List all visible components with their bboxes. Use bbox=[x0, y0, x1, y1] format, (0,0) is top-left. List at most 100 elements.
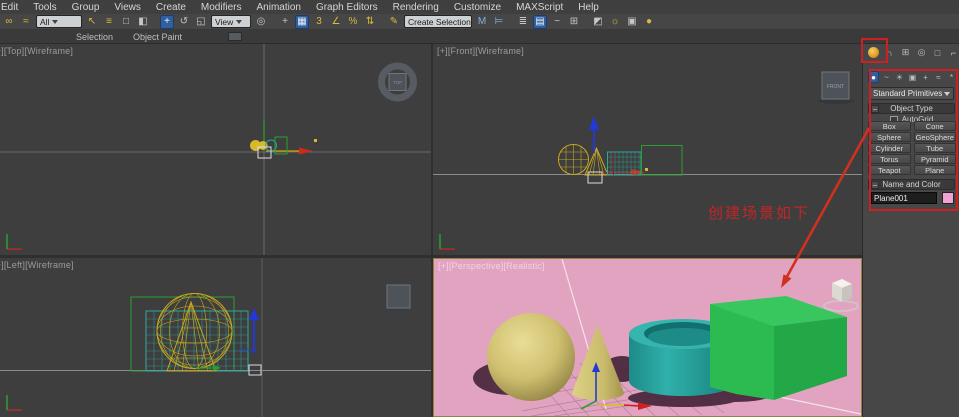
viewport-front-label[interactable]: [+][Front][Wireframe] bbox=[437, 46, 524, 56]
viewcube-front-label: FRONT bbox=[827, 84, 844, 90]
subcat-helpers-icon[interactable]: + bbox=[920, 71, 931, 83]
select-object-icon[interactable]: ↖ bbox=[85, 15, 99, 29]
menu-create[interactable]: Create bbox=[156, 2, 186, 13]
snap-3d-icon[interactable]: 3 bbox=[312, 15, 326, 29]
viewport-perspective[interactable]: [+][Perspective][Realistic] bbox=[433, 258, 862, 417]
menu-bar: Edit Tools Group Views Create Modifiers … bbox=[0, 0, 959, 14]
use-pivot-center-icon[interactable]: ◎ bbox=[254, 15, 268, 29]
viewcube-left[interactable] bbox=[382, 285, 414, 314]
rendered-frame-icon[interactable]: ▣ bbox=[625, 15, 639, 29]
render-setup-icon[interactable]: ☼ bbox=[608, 15, 622, 29]
gizmo-z-arrowhead[interactable] bbox=[249, 308, 259, 320]
viewport-top[interactable]: [+][Top][Wireframe] TOP bbox=[0, 44, 431, 255]
window-crossing-icon[interactable]: ◧ bbox=[136, 15, 150, 29]
selection-filter-dropdown[interactable]: All bbox=[36, 15, 82, 28]
gizmo-z-arrowhead[interactable] bbox=[589, 116, 599, 130]
chevron-down-icon bbox=[944, 92, 950, 96]
collapse-icon[interactable]: − bbox=[871, 181, 879, 189]
reference-coordinate-dropdown[interactable]: View bbox=[211, 15, 251, 28]
menu-modifiers[interactable]: Modifiers bbox=[201, 2, 242, 13]
ribbon-tab-selection[interactable]: Selection bbox=[66, 32, 123, 42]
select-and-rotate-icon[interactable]: ↺ bbox=[177, 15, 191, 29]
geosphere-button[interactable]: GeoSphere bbox=[914, 132, 957, 142]
tube-button[interactable]: Tube bbox=[914, 143, 957, 153]
schematic-view-icon[interactable]: ⊞ bbox=[567, 15, 581, 29]
select-and-move-icon[interactable]: + bbox=[160, 15, 174, 29]
rectangular-selection-icon[interactable]: □ bbox=[119, 15, 133, 29]
subcat-cameras-icon[interactable]: ▣ bbox=[907, 71, 918, 83]
viewport-top-label[interactable]: [+][Top][Wireframe] bbox=[0, 46, 73, 56]
menu-edit[interactable]: Edit bbox=[1, 2, 18, 13]
percent-snap-icon[interactable]: % bbox=[346, 15, 360, 29]
gizmo-x-arrowhead[interactable] bbox=[299, 148, 313, 155]
menu-rendering[interactable]: Rendering bbox=[393, 2, 439, 13]
viewport-front[interactable]: [+][Front][Wireframe] bbox=[433, 44, 862, 255]
primitive-category-dropdown[interactable]: Standard Primitives bbox=[869, 87, 954, 100]
selection-set-dropdown[interactable]: Create Selection Se bbox=[404, 15, 472, 28]
subcat-shapes-icon[interactable]: ~ bbox=[881, 71, 892, 83]
ribbon-minimize-icon[interactable] bbox=[228, 32, 242, 41]
sphere-3d[interactable] bbox=[487, 313, 575, 401]
tab-modify-icon[interactable]: ∩ bbox=[883, 46, 896, 59]
select-and-manipulate-icon[interactable]: + bbox=[278, 15, 292, 29]
3ds-max-window: Edit Tools Group Views Create Modifiers … bbox=[0, 0, 959, 417]
menu-views[interactable]: Views bbox=[114, 2, 141, 13]
menu-group[interactable]: Group bbox=[72, 2, 100, 13]
object-type-buttons: Box Cone Sphere GeoSphere Cylinder Tube … bbox=[868, 121, 956, 175]
subcat-systems-icon[interactable]: * bbox=[946, 71, 957, 83]
menu-graph-editors[interactable]: Graph Editors bbox=[316, 2, 378, 13]
tab-motion-icon[interactable]: ◎ bbox=[915, 46, 928, 59]
bind-to-space-warp-icon[interactable]: ≈ bbox=[19, 15, 33, 29]
mirror-icon[interactable]: M bbox=[475, 15, 489, 29]
tab-display-icon[interactable]: □ bbox=[931, 46, 944, 59]
viewport-left-canvas bbox=[0, 258, 431, 417]
object-color-swatch[interactable] bbox=[942, 192, 954, 204]
cone-button[interactable]: Cone bbox=[914, 121, 957, 131]
tab-create-icon[interactable] bbox=[867, 46, 880, 59]
viewcube-perspective[interactable] bbox=[824, 279, 858, 311]
material-editor-icon[interactable]: ◩ bbox=[591, 15, 605, 29]
menu-tools[interactable]: Tools bbox=[33, 2, 56, 13]
sphere-button[interactable]: Sphere bbox=[868, 132, 911, 142]
command-panel: ∩ ⊞ ◎ □ ⌐ ● ~ ☀ ▣ + ≈ * Standard Primiti… bbox=[862, 44, 959, 417]
teapot-button[interactable]: Teapot bbox=[868, 165, 911, 175]
pyramid-button[interactable]: Pyramid bbox=[914, 154, 957, 164]
select-and-link-icon[interactable]: ∞ bbox=[2, 15, 16, 29]
curve-editor-icon[interactable]: ~ bbox=[550, 15, 564, 29]
menu-customize[interactable]: Customize bbox=[454, 2, 501, 13]
toggle-ribbon-icon[interactable]: ▤ bbox=[533, 15, 547, 29]
torus-button[interactable]: Torus bbox=[868, 154, 911, 164]
angle-snap-icon[interactable]: ∠ bbox=[329, 15, 343, 29]
cone-left-view[interactable] bbox=[167, 302, 216, 371]
ribbon-tab-object-paint[interactable]: Object Paint bbox=[123, 32, 192, 42]
align-icon[interactable]: ⊨ bbox=[492, 15, 506, 29]
object-name-field[interactable] bbox=[871, 192, 937, 204]
viewport-left-label[interactable]: [+][Left][Wireframe] bbox=[0, 260, 74, 270]
tab-hierarchy-icon[interactable]: ⊞ bbox=[899, 46, 912, 59]
tab-utilities-icon[interactable]: ⌐ bbox=[947, 46, 959, 59]
subcat-lights-icon[interactable]: ☀ bbox=[894, 71, 905, 83]
subcat-geometry-icon[interactable]: ● bbox=[868, 71, 879, 83]
select-by-name-icon[interactable]: ≡ bbox=[102, 15, 116, 29]
plane-button[interactable]: Plane bbox=[914, 165, 957, 175]
box-3d[interactable] bbox=[710, 296, 847, 400]
cylinder-button[interactable]: Cylinder bbox=[868, 143, 911, 153]
menu-help[interactable]: Help bbox=[578, 2, 599, 13]
collapse-icon[interactable]: − bbox=[871, 105, 879, 113]
named-selection-sets-icon[interactable]: ✎ bbox=[387, 15, 401, 29]
layer-manager-icon[interactable]: ≣ bbox=[516, 15, 530, 29]
viewport-perspective-label[interactable]: [+][Perspective][Realistic] bbox=[438, 261, 545, 271]
object-type-rollout[interactable]: − Object Type bbox=[868, 103, 955, 114]
viewcube-front[interactable]: FRONT bbox=[818, 72, 854, 104]
box-button[interactable]: Box bbox=[868, 121, 911, 131]
name-and-color-rollout[interactable]: − Name and Color bbox=[868, 179, 955, 190]
viewport-left[interactable]: [+][Left][Wireframe] bbox=[0, 258, 431, 417]
menu-maxscript[interactable]: MAXScript bbox=[516, 2, 563, 13]
sphere-front-view[interactable] bbox=[559, 145, 589, 175]
render-icon[interactable]: ● bbox=[642, 15, 656, 29]
spinner-snap-icon[interactable]: ⇅ bbox=[363, 15, 377, 29]
subcat-space-warps-icon[interactable]: ≈ bbox=[933, 71, 944, 83]
keyboard-override-icon[interactable]: ▦ bbox=[295, 15, 309, 29]
select-and-scale-icon[interactable]: ◱ bbox=[194, 15, 208, 29]
menu-animation[interactable]: Animation bbox=[256, 2, 300, 13]
